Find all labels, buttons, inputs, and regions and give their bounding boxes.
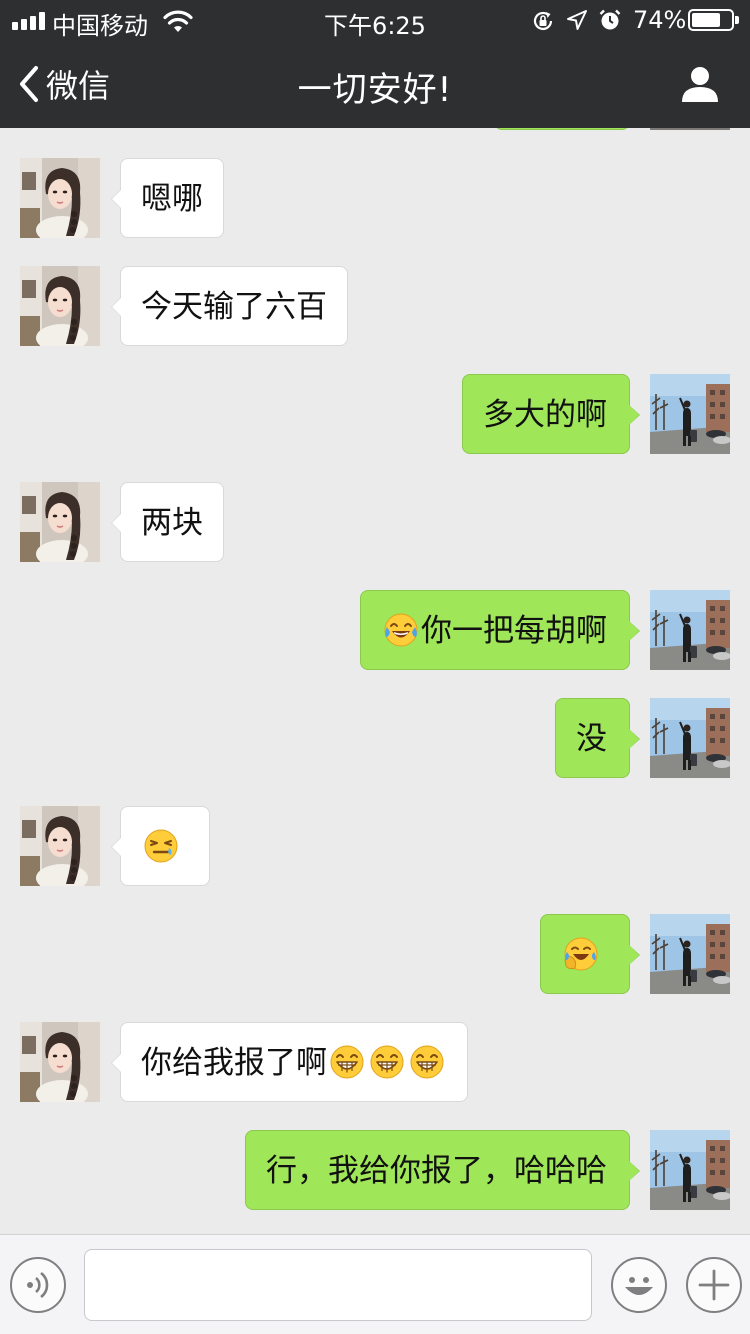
my-avatar[interactable] [650, 374, 730, 454]
message-bubble-incoming[interactable]: 嗯哪 [111, 158, 224, 238]
chat-title: 一切安好! [297, 70, 453, 110]
message-row-incoming: 你给我报了啊 [0, 1022, 750, 1104]
message-text: 今天输了六百 [141, 289, 327, 325]
voice-icon [27, 1271, 49, 1299]
message-row-incoming: 两块 [0, 482, 750, 564]
profile-icon[interactable] [680, 64, 720, 104]
message-row-outgoing [0, 914, 750, 996]
contact-avatar[interactable] [20, 806, 100, 886]
facepalm-laugh-emoji-icon [563, 936, 599, 972]
message-bubble-outgoing[interactable]: 你一把每胡啊 [360, 590, 640, 670]
message-row-outgoing: 你一把每胡啊 [0, 590, 750, 672]
message-input[interactable] [84, 1249, 592, 1321]
battery-percent: 74% [633, 6, 687, 34]
location-icon [567, 10, 587, 30]
message-text: 嗯哪 [141, 181, 203, 217]
message-bubble-incoming[interactable] [111, 806, 210, 886]
message-row-incoming: 今天输了六百 [0, 266, 750, 348]
message-row-incoming: 嗯哪 [0, 158, 750, 240]
battery-icon [688, 9, 739, 31]
message-bubble-incoming[interactable]: 今天输了六百 [111, 266, 348, 346]
orientation-lock-icon [533, 11, 553, 30]
emoji-button[interactable] [611, 1257, 667, 1313]
chat-area[interactable]: 嗯哪 今天输了六百 多大的啊 两块 你一把每胡啊 没 你给我报了啊 行，我给你报… [0, 128, 750, 1234]
contact-avatar[interactable] [20, 158, 100, 238]
grin-emoji-icon [409, 1044, 445, 1080]
message-row-outgoing: 没 [0, 698, 750, 780]
previous-message-peek [0, 128, 750, 130]
alarm-icon [599, 9, 621, 30]
voice-button[interactable] [10, 1257, 66, 1313]
message-text: 你给我报了啊 [141, 1045, 327, 1081]
message-row-incoming [0, 806, 750, 888]
message-bubble-outgoing[interactable]: 没 [555, 698, 640, 778]
emoji-icon [625, 1277, 653, 1295]
my-avatar[interactable] [650, 698, 730, 778]
message-bubble-outgoing[interactable] [540, 914, 640, 994]
message-text: 行，我给你报了，哈哈哈 [266, 1153, 607, 1189]
grin-emoji-icon [329, 1044, 365, 1080]
my-avatar[interactable] [650, 590, 730, 670]
message-row-outgoing: 多大的啊 [0, 374, 750, 456]
message-bubble-incoming[interactable]: 你给我报了啊 [111, 1022, 468, 1102]
tears-of-joy-emoji-icon [383, 612, 419, 648]
message-text: 多大的啊 [483, 397, 607, 433]
message-text: 没 [576, 721, 607, 757]
status-bar: 中国移动 下午6:25 74% [0, 0, 750, 40]
message-row-outgoing: 行，我给你报了，哈哈哈 [0, 1130, 750, 1212]
contact-avatar[interactable] [20, 482, 100, 562]
message-text: 两块 [141, 505, 203, 541]
contact-avatar[interactable] [20, 1022, 100, 1102]
message-bubble-outgoing[interactable]: 多大的啊 [462, 374, 640, 454]
top-bar: 中国移动 下午6:25 74% 微信 一切安好! [0, 0, 750, 128]
plus-icon [698, 1269, 730, 1301]
input-bar [0, 1234, 750, 1334]
contact-avatar[interactable] [20, 266, 100, 346]
embarrassed-emoji-icon [143, 828, 179, 864]
grin-emoji-icon [369, 1044, 405, 1080]
more-button[interactable] [686, 1257, 742, 1313]
message-bubble-outgoing[interactable]: 行，我给你报了，哈哈哈 [245, 1130, 640, 1210]
nav-bar: 微信 一切安好! [0, 40, 750, 128]
my-avatar[interactable] [650, 914, 730, 994]
message-bubble-incoming[interactable]: 两块 [111, 482, 224, 562]
my-avatar[interactable] [650, 1130, 730, 1210]
message-text: 你一把每胡啊 [421, 613, 607, 649]
